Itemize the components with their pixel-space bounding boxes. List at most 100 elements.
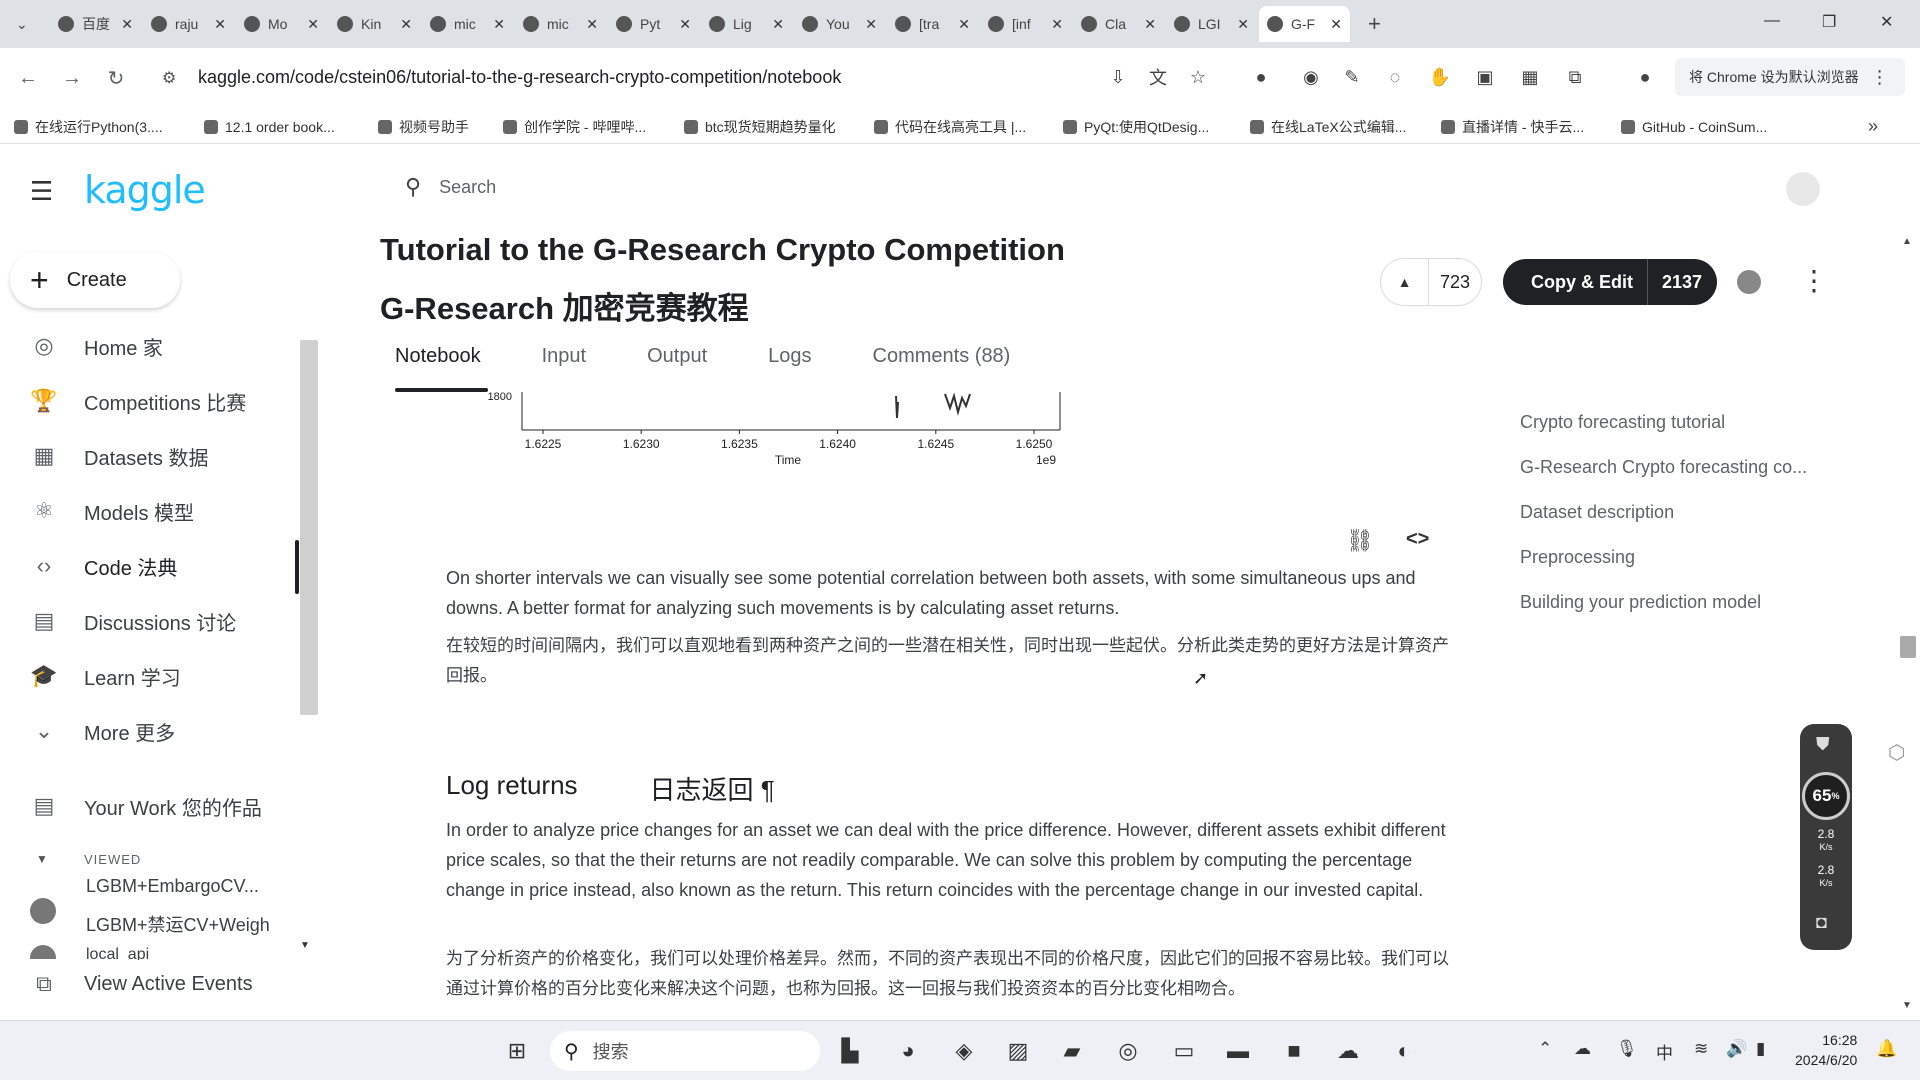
browser-tab[interactable]: Cla ✕ <box>1073 6 1164 42</box>
bookmark-star-icon[interactable]: ☆ <box>1183 62 1213 92</box>
ime-indicator[interactable]: 中 <box>1656 1039 1673 1064</box>
close-tab-icon[interactable]: ✕ <box>400 16 412 33</box>
bookmark-item[interactable]: GitHub - CoinSum... <box>1621 116 1767 138</box>
url-field[interactable]: ⚙ kaggle.com/code/cstein06/tutorial-to-t… <box>150 58 1480 96</box>
tab-search-button[interactable]: ⌄ <box>8 6 42 42</box>
sidebar-item[interactable]: 🎓 Learn 学习 <box>28 656 180 696</box>
notebook-tab[interactable]: Notebook <box>380 345 497 368</box>
notification-bell-icon[interactable]: 🔔 <box>1876 1039 1897 1059</box>
hamburger-menu-icon[interactable]: ☰ <box>30 176 53 207</box>
viewed-item[interactable]: LGBM+EmbargoCV... <box>86 876 259 897</box>
bookmark-item[interactable]: 在线运行Python(3.... <box>14 116 163 138</box>
tray-overflow-icon[interactable]: ⌃ <box>1538 1039 1552 1059</box>
browser-tab[interactable]: You ✕ <box>794 6 885 42</box>
browser-tab[interactable]: Kin ✕ <box>329 6 420 42</box>
extension-grid-icon[interactable]: ▦ <box>1515 62 1545 92</box>
bookmark-item[interactable]: 创作学院 - 哔哩哔... <box>503 116 646 138</box>
set-default-browser-button[interactable]: 将 Chrome 设为默认浏览器 ⋮ <box>1675 58 1905 96</box>
close-tab-icon[interactable]: ✕ <box>121 16 133 33</box>
onedrive-icon[interactable]: ☁ <box>1574 1039 1591 1059</box>
toc-item[interactable]: Preprocessing <box>1520 547 1635 568</box>
create-button[interactable]: + Create <box>10 252 180 308</box>
system-clock[interactable]: 16:28 2024/6/20 <box>1795 1030 1857 1070</box>
volume-icon[interactable]: 🔊 <box>1726 1039 1747 1059</box>
close-tab-icon[interactable]: ✕ <box>772 16 784 33</box>
close-tab-icon[interactable]: ✕ <box>307 16 319 33</box>
copy-edit-button[interactable]: Copy & Edit 2137 <box>1503 259 1717 305</box>
profile-icon[interactable]: ● <box>1630 62 1660 92</box>
app-icon[interactable]: ☁ <box>1328 1031 1368 1071</box>
browser-tab[interactable]: [tra ✕ <box>887 6 978 42</box>
user-avatar[interactable] <box>1786 172 1820 206</box>
viewed-collapse-icon[interactable]: ▼ <box>36 852 48 866</box>
site-search[interactable]: ⚲ Search <box>405 174 496 200</box>
close-tab-icon[interactable]: ✕ <box>865 16 877 33</box>
minimize-icon[interactable]: — <box>1764 12 1780 30</box>
extension-hand-icon[interactable]: ✋ <box>1425 62 1455 92</box>
vote-count[interactable]: 723 <box>1429 272 1481 293</box>
new-tab-icon[interactable]: + <box>1360 6 1389 42</box>
upvote-icon[interactable]: ▲ <box>1381 259 1429 305</box>
bookmark-item[interactable]: PyQt:使用QtDesig... <box>1063 116 1209 138</box>
edge-icon[interactable]: ◕ <box>888 1031 928 1071</box>
extension-pen-icon[interactable]: ✎ <box>1337 62 1367 92</box>
close-tab-icon[interactable]: ✕ <box>1051 16 1063 33</box>
bookmark-item[interactable]: 代码在线高亮工具 |... <box>874 116 1026 138</box>
forward-icon[interactable]: → <box>54 60 90 96</box>
link-icon[interactable]: ⛓ <box>1346 528 1374 554</box>
scroll-down-icon[interactable]: ▼ <box>1902 1000 1912 1011</box>
sidebar-item[interactable]: ‹› Code 法典 <box>28 546 178 586</box>
more-options-icon[interactable]: ⋮ <box>1800 264 1828 297</box>
browser-tab[interactable]: G-F ✕ <box>1259 6 1350 42</box>
notebook-tab[interactable]: Logs <box>753 345 827 368</box>
browser-tab[interactable]: [inf ✕ <box>980 6 1071 42</box>
scroll-up-icon[interactable]: ▲ <box>1902 236 1912 247</box>
site-settings-icon[interactable]: ⚙ <box>162 68 176 88</box>
extension-1-icon[interactable]: ● <box>1246 62 1276 92</box>
sidebar-scrollbar[interactable] <box>300 340 318 715</box>
browser-tab[interactable]: mic ✕ <box>515 6 606 42</box>
browser-tab[interactable]: Mo ✕ <box>236 6 327 42</box>
photos-icon[interactable]: ▨ <box>998 1031 1038 1071</box>
viewed-item[interactable]: local_api <box>86 946 149 960</box>
network-speed-widget[interactable]: ⛊ 65% 2.8 K/s 2.8 K/s ◘ <box>1800 724 1852 950</box>
wifi-icon[interactable]: ≋ <box>1694 1039 1708 1059</box>
close-tab-icon[interactable]: ✕ <box>1330 16 1342 33</box>
viewed-item[interactable]: LGBM+禁运CV+Weigh <box>86 911 270 937</box>
bookmark-item[interactable]: btc现货短期趋势量化 <box>684 116 836 138</box>
browser-tab[interactable]: Pyt ✕ <box>608 6 699 42</box>
app-icon[interactable]: ◈ <box>944 1031 984 1071</box>
browser-tab[interactable]: 百度 ✕ <box>50 6 141 42</box>
reload-icon[interactable]: ↻ <box>98 60 134 96</box>
sidebar-item[interactable]: ⚛ Models 模型 <box>28 491 194 531</box>
install-app-icon[interactable]: ⇩ <box>1103 62 1133 92</box>
extension-2-icon[interactable]: ◉ <box>1296 62 1326 92</box>
sidebar-scroll-down-icon[interactable]: ▼ <box>300 940 310 951</box>
close-tab-icon[interactable]: ✕ <box>586 16 598 33</box>
close-tab-icon[interactable]: ✕ <box>493 16 505 33</box>
extension-chat-icon[interactable]: ◌ <box>1380 62 1410 92</box>
view-active-events-link[interactable]: ⧉ View Active Events <box>28 964 252 1004</box>
page-scrollbar-thumb[interactable] <box>1900 636 1916 658</box>
sidebar-item[interactable]: 🏆 Competitions 比赛 <box>28 381 246 421</box>
bookmark-item[interactable]: 在线LaTeX公式编辑... <box>1250 116 1406 138</box>
more-bookmarks-icon[interactable]: » <box>1868 116 1878 137</box>
browser-tab[interactable]: Lig ✕ <box>701 6 792 42</box>
app-icon[interactable]: ▰ <box>1052 1031 1092 1071</box>
chrome-icon[interactable]: ◎ <box>1108 1031 1148 1071</box>
close-tab-icon[interactable]: ✕ <box>214 16 226 33</box>
toc-item[interactable]: Crypto forecasting tutorial <box>1520 412 1725 433</box>
restore-icon[interactable]: ❐ <box>1822 12 1836 32</box>
sidebar-item[interactable]: ◎ Home 家 <box>28 326 163 366</box>
notebook-tab[interactable]: Input <box>527 345 602 368</box>
task-view-icon[interactable]: ▙ <box>830 1031 870 1071</box>
author-avatar[interactable] <box>1737 270 1761 294</box>
file-explorer-icon[interactable]: ▭ <box>1164 1031 1204 1071</box>
start-icon[interactable]: ⊞ <box>497 1031 537 1071</box>
close-window-icon[interactable]: ✕ <box>1880 12 1893 32</box>
translate-icon[interactable]: 文 <box>1143 62 1173 92</box>
taskbar-search[interactable]: ⚲ 搜索 <box>550 1031 820 1071</box>
back-icon[interactable]: ← <box>10 60 46 96</box>
extensions-puzzle-icon[interactable]: ⧉ <box>1560 62 1590 92</box>
console-icon[interactable]: ■ <box>1274 1031 1314 1071</box>
